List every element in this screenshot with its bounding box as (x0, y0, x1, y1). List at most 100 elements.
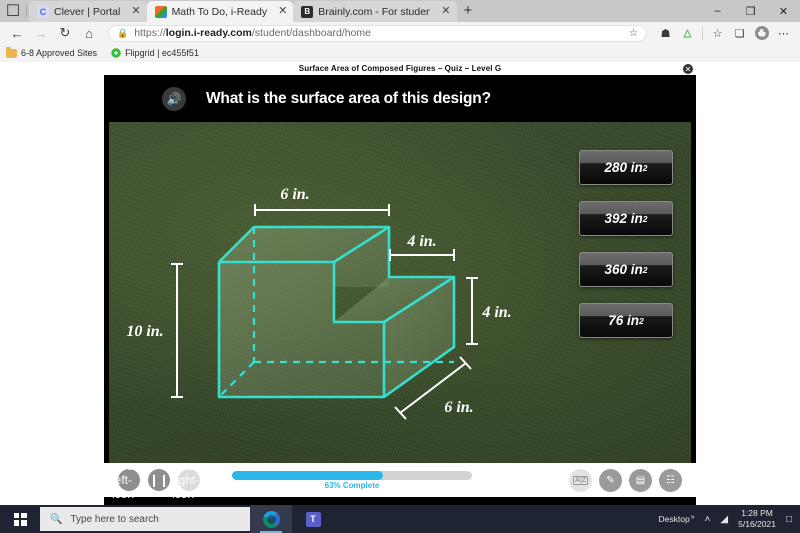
answer-choices: 280 in2 392 in2 360 in2 76 in2 (579, 150, 673, 338)
question-text: What is the surface area of this design? (206, 90, 491, 108)
wifi-icon[interactable]: ◢ (720, 514, 728, 525)
chevron-up-icon: » (691, 514, 695, 521)
profile-avatar[interactable] (751, 23, 772, 43)
notification-icon[interactable]: □ (786, 514, 792, 525)
close-button[interactable]: ✕ (767, 0, 800, 22)
progress-label: 63% Complete (325, 481, 380, 490)
url-domain: login.i-ready.com (166, 27, 252, 39)
quiz-footer-toolbar: arrow-left-icon ❙❙ arrow-right-icon 63% … (104, 463, 696, 497)
tab-title: Brainly.com - For students. By st (318, 6, 430, 18)
quiz-title-bar: Surface Area of Composed Figures – Quiz … (104, 62, 696, 75)
clock[interactable]: 1:28 PM 5/16/2021 (738, 508, 776, 529)
answer-exponent: 2 (639, 316, 644, 326)
close-icon[interactable]: ✕ (683, 64, 693, 74)
browser-tab-brainly[interactable]: B Brainly.com - For students. By st ✕ (293, 1, 456, 22)
teams-taskbar-button[interactable]: T (292, 505, 334, 533)
search-input[interactable]: 🔍 Type here to search (40, 507, 250, 531)
answer-choice-4[interactable]: 76 in2 (579, 303, 673, 338)
favorites-icon[interactable]: ☆ (707, 23, 728, 43)
answer-exponent: 2 (643, 163, 648, 173)
arrow-right-icon[interactable]: arrow-right-icon (178, 469, 200, 491)
calculator-tool-icon[interactable]: ☷ (659, 469, 682, 492)
flipgrid-icon (111, 48, 121, 58)
bookmark-label: Flipgrid | ec455f51 (125, 48, 199, 58)
desktop-label: Desktop (658, 514, 689, 524)
clever-c-icon: C (37, 6, 49, 18)
address-bar[interactable]: 🔒 https://login.i-ready.com/student/dash… (108, 25, 647, 42)
tab-actions-button[interactable]: ☐ (0, 0, 26, 22)
quiz-frame: Surface Area of Composed Figures – Quiz … (104, 62, 696, 505)
desktop-tray-item[interactable]: Desktop » (658, 514, 694, 524)
label-left-height: 10 in. (126, 323, 163, 340)
iready-cube-icon (155, 6, 167, 18)
home-icon[interactable]: ⌂ (78, 23, 100, 43)
tab-strip: ☐ C Clever | Portal ✕ Math To Do, i-Read… (0, 0, 800, 22)
teams-taskbar-icon: T (306, 512, 321, 527)
pause-icon[interactable]: ❙❙ (148, 469, 170, 491)
reload-icon[interactable]: ↻ (54, 23, 76, 43)
math-solver-icon[interactable]: △ (677, 23, 698, 43)
page-title: Surface Area of Composed Figures – Quiz … (299, 64, 501, 73)
answer-value: 360 (604, 262, 627, 277)
windows-taskbar: 🔍 Type here to search T Desktop » ˄ ◢ 1:… (0, 505, 800, 533)
edge-taskbar-button[interactable] (250, 505, 292, 533)
forward-icon[interactable]: → (30, 23, 52, 43)
folder-icon (6, 49, 17, 58)
back-icon[interactable]: ← (6, 23, 28, 43)
dictionary-tool-icon[interactable]: A|Z (569, 469, 592, 492)
tab-divider (26, 5, 27, 17)
composed-figure-diagram: 6 in. 10 in. 4 in. 4 in. 6 in. (109, 122, 529, 463)
answer-choice-3[interactable]: 360 in2 (579, 252, 673, 287)
progress-section: 63% Complete (232, 471, 472, 490)
notepad-tool-icon[interactable]: ▤ (629, 469, 652, 492)
answer-choice-2[interactable]: 392 in2 (579, 201, 673, 236)
label-step-width: 4 in. (406, 233, 436, 250)
search-placeholder: Type here to search (70, 514, 158, 525)
browser-window: ☐ C Clever | Portal ✕ Math To Do, i-Read… (0, 0, 800, 505)
window-controls: – ❐ ✕ (701, 0, 800, 22)
highlighter-tool-icon[interactable]: ✎ (599, 469, 622, 492)
bookmark-label: 6-8 Approved Sites (21, 48, 97, 58)
tab-close-icon[interactable]: ✕ (278, 6, 287, 17)
start-button[interactable] (0, 505, 40, 533)
settings-more-icon[interactable]: ⋯ (773, 23, 794, 43)
answer-unit: in (631, 160, 643, 175)
screen: ☐ C Clever | Portal ✕ Math To Do, i-Read… (0, 0, 800, 533)
toolbar-divider (702, 27, 703, 40)
brainly-icon: B (301, 6, 313, 18)
collections-icon[interactable]: ☗ (655, 23, 676, 43)
windows-logo-icon (14, 513, 27, 526)
answer-value: 280 (604, 160, 627, 175)
arrow-left-icon[interactable]: arrow-left-icon (118, 469, 140, 491)
edge-taskbar-icon (263, 511, 280, 528)
bookmark-approved-sites[interactable]: 6-8 Approved Sites (6, 48, 97, 58)
restore-button[interactable]: ❐ (734, 0, 767, 22)
progress-bar-fill (232, 471, 383, 480)
answer-exponent: 2 (643, 214, 648, 224)
bookmarks-bar: 6-8 Approved Sites Flipgrid | ec455f51 (0, 44, 800, 62)
tab-title: Math To Do, i-Ready (172, 6, 268, 18)
minimize-button[interactable]: – (701, 0, 734, 22)
browser-tab-clever[interactable]: C Clever | Portal ✕ (29, 1, 147, 22)
label-top-width: 6 in. (280, 186, 309, 203)
progress-bar (232, 471, 472, 480)
navigation-bar: ← → ↻ ⌂ 🔒 https://login.i-ready.com/stud… (0, 22, 800, 44)
tray-overflow-icon[interactable]: ˄ (705, 514, 711, 525)
answer-choice-1[interactable]: 280 in2 (579, 150, 673, 185)
new-tab-button[interactable]: + (457, 2, 480, 22)
tab-close-icon[interactable]: ✕ (441, 6, 450, 17)
speaker-audio-icon[interactable]: 🔊 (162, 87, 186, 111)
quiz-tools: A|Z ✎ ▤ ☷ (569, 469, 682, 492)
system-tray: Desktop » ˄ ◢ 1:28 PM 5/16/2021 □ (658, 508, 800, 529)
browser-tab-iready[interactable]: Math To Do, i-Ready ✕ (147, 1, 294, 22)
answer-unit: in (627, 313, 639, 328)
answer-value: 76 (608, 313, 623, 328)
tab-close-icon[interactable]: ✕ (131, 6, 140, 17)
answer-exponent: 2 (643, 265, 648, 275)
bookmark-flipgrid[interactable]: Flipgrid | ec455f51 (111, 48, 199, 58)
label-depth: 6 in. (444, 399, 473, 416)
label-step-height: 4 in. (481, 304, 511, 321)
browser-essentials-icon[interactable]: ❏ (729, 23, 750, 43)
clock-date: 5/16/2021 (738, 519, 776, 530)
favorites-add-icon[interactable]: ☆ (629, 28, 638, 39)
